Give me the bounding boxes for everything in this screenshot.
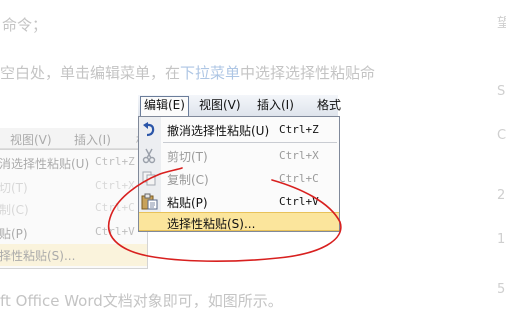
copy-icon <box>141 170 158 187</box>
dropdown-menu-link[interactable]: 下拉菜单 <box>180 64 240 82</box>
menubar: 编辑(E) 视图(V) 插入(I) 格式 <box>138 95 341 117</box>
right-glyph: 2 <box>497 188 506 203</box>
menu-item-label: 剪切(T) <box>167 150 208 164</box>
paste-icon <box>141 193 158 210</box>
ghost-item-label: 贴(P) <box>0 227 28 241</box>
scissors-icon <box>141 147 158 164</box>
ghost-menu-item: 消选择性粘贴(U) Ctrl+Z <box>0 152 147 174</box>
menu-item-paste-special[interactable]: 选择性粘贴(S)... <box>139 212 339 231</box>
menu-item-copy[interactable]: 复制(C) Ctrl+C <box>139 167 339 190</box>
background-text-pre: 空白处，单击编辑菜单，在 <box>0 64 181 82</box>
menu-view[interactable]: 视图(V) <box>196 97 244 114</box>
ghost-item-label: 制(C) <box>0 203 29 217</box>
menu-insert[interactable]: 插入(I) <box>254 97 297 114</box>
right-glyph: C <box>497 128 506 143</box>
ghost-item-shortcut: Ctrl+C <box>95 201 135 214</box>
ghost-item-label: 消选择性粘贴(U) <box>0 157 90 171</box>
ghost-menubar: 视图(V) 插入(I) 格 <box>0 128 152 149</box>
background-text-line2: 空白处，单击编辑菜单，在下拉菜单中选择选择性粘贴命 <box>0 62 375 83</box>
menu-item-cut[interactable]: 剪切(T) Ctrl+X <box>139 144 339 167</box>
ghost-item-shortcut: Ctrl+X <box>95 179 135 192</box>
edit-dropdown-menu: 撤消选择性粘贴(U) Ctrl+Z 剪切(T) Ctrl+X 复制(C) Ctr… <box>138 116 340 232</box>
menu-item-shortcut: Ctrl+C <box>279 172 319 185</box>
background-text-line3: ft Office Word文档对象即可，如图所示。 <box>0 292 283 310</box>
ghost-menu-item: 贴(P) Ctrl+V <box>0 222 147 244</box>
menu-format[interactable]: 格式 <box>314 97 344 114</box>
ghost-item-label: 切(T) <box>0 181 28 195</box>
menu-item-undo[interactable]: 撤消选择性粘贴(U) Ctrl+Z <box>139 118 339 141</box>
menu-item-label: 粘贴(P) <box>167 196 208 210</box>
undo-icon <box>141 121 158 138</box>
ghost-menubar-item: 视图(V) <box>10 133 52 147</box>
ghost-menu-item: 切(T) Ctrl+X <box>0 176 147 198</box>
menu-edit[interactable]: 编辑(E) <box>140 96 189 116</box>
menu-item-label: 撤消选择性粘贴(U) <box>167 124 270 138</box>
ghost-menubar-item: 插入(I) <box>74 133 111 147</box>
right-glyph: 5 <box>497 282 506 297</box>
right-glyph: S <box>497 84 506 99</box>
ghost-item-shortcut: Ctrl+V <box>95 225 135 238</box>
ghost-menu-panel: 消选择性粘贴(U) Ctrl+Z 切(T) Ctrl+X 制(C) Ctrl+C 贴(… <box>0 149 148 269</box>
right-glyph: 望 <box>497 16 506 31</box>
ghost-item-shortcut: Ctrl+Z <box>95 155 135 168</box>
menu-item-label: 复制(C) <box>167 173 209 187</box>
background-text-line1: 命令； <box>2 16 48 34</box>
menu-item-shortcut: Ctrl+X <box>279 149 319 162</box>
ghost-menu-screenshot: 视图(V) 插入(I) 格 消选择性粘贴(U) Ctrl+Z 切(T) Ctrl+X… <box>0 128 152 270</box>
background-text-post: 中选择选择性粘贴命 <box>240 64 376 82</box>
menu-item-shortcut: Ctrl+V <box>279 195 319 208</box>
ghost-menu-item: 制(C) Ctrl+C <box>0 198 147 220</box>
menu-item-label: 选择性粘贴(S)... <box>167 217 256 231</box>
menu-item-shortcut: Ctrl+Z <box>279 123 319 136</box>
ghost-item-label: 择性粘贴(S)... <box>0 249 76 263</box>
ghost-menu-item: 择性粘贴(S)... <box>0 244 147 266</box>
menu-item-paste[interactable]: 粘贴(P) Ctrl+V <box>139 190 339 213</box>
right-glyph: 1 <box>497 232 506 247</box>
menu-separator <box>163 142 337 143</box>
